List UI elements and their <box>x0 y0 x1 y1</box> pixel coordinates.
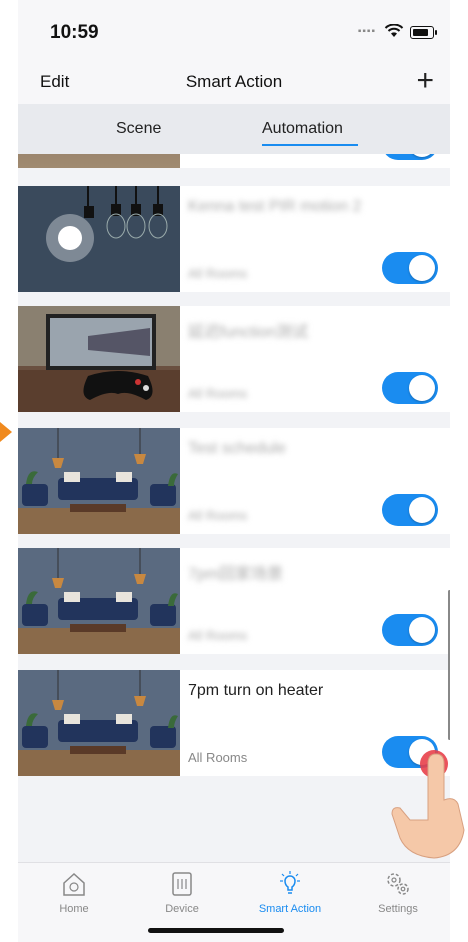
automation-room: All Rooms <box>188 508 248 523</box>
list-item[interactable]: Test schedule All Rooms <box>18 428 450 534</box>
tab-home[interactable]: Home <box>34 869 114 915</box>
list-item[interactable]: Kenna test PIR motion 2 All Rooms <box>18 186 450 292</box>
toggle-switch[interactable] <box>382 154 438 160</box>
home-indicator <box>148 928 284 933</box>
tab-label: Settings <box>378 903 418 915</box>
automation-title: 7pm turn on heater <box>188 682 324 699</box>
cellular-signal-icon: ▪▪▪▪ <box>357 26 376 37</box>
toggle-switch[interactable] <box>382 614 438 646</box>
tab-settings[interactable]: Settings <box>358 869 438 915</box>
smart-action-icon <box>280 871 300 894</box>
nav-bar: Edit Smart Action + <box>18 62 450 104</box>
list-item-partial[interactable] <box>18 154 450 168</box>
orange-pointer-marker <box>0 422 12 442</box>
automation-room: All Rooms <box>188 750 248 765</box>
automation-room: All Rooms <box>188 266 248 281</box>
wifi-icon <box>384 24 404 37</box>
scrollbar[interactable] <box>448 590 450 740</box>
card-image <box>18 154 180 168</box>
home-icon <box>63 872 85 896</box>
tab-label: Home <box>59 903 89 915</box>
automation-title: 延迟function测试 <box>188 324 309 341</box>
living-room-image <box>18 548 180 654</box>
automation-list: Kenna test PIR motion 2 All Rooms 延迟func… <box>18 154 450 862</box>
automation-title: Kenna test PIR motion 2 <box>188 198 362 215</box>
living-room-image <box>18 428 180 534</box>
list-item[interactable]: 7pm turn on heater All Rooms <box>18 670 450 776</box>
tab-label: Smart Action <box>258 903 322 915</box>
list-item[interactable]: 7pm回家场景 All Rooms <box>18 548 450 654</box>
toggle-switch[interactable] <box>382 494 438 526</box>
tapping-hand-icon <box>391 750 465 859</box>
status-bar: 10:59 ▪▪▪▪ <box>18 0 450 62</box>
segment-tabs: Scene Automation <box>18 104 450 154</box>
toggle-switch[interactable] <box>382 252 438 284</box>
tab-label: Device <box>165 903 199 915</box>
settings-icon <box>387 873 409 895</box>
tab-smart-action[interactable]: Smart Action <box>250 869 330 915</box>
tab-device[interactable]: Device <box>142 869 222 915</box>
list-item[interactable]: 延迟function测试 All Rooms <box>18 306 450 412</box>
gaming-desk-image <box>18 306 180 412</box>
automation-title: 7pm回家场景 <box>188 566 284 583</box>
tab-scene[interactable]: Scene <box>116 120 161 138</box>
tab-automation[interactable]: Automation <box>262 120 343 138</box>
living-room-image <box>18 670 180 776</box>
lightbulbs-image <box>18 186 180 292</box>
battery-icon <box>410 26 437 39</box>
active-tab-indicator <box>262 144 358 146</box>
page-title: Smart Action <box>185 72 283 91</box>
automation-room: All Rooms <box>188 386 248 401</box>
automation-room: All Rooms <box>188 628 248 643</box>
automation-title: Test schedule <box>188 440 286 457</box>
status-time: 10:59 <box>50 22 99 43</box>
add-button[interactable]: + <box>416 64 434 98</box>
toggle-switch[interactable] <box>382 372 438 404</box>
phone-screen: 10:59 ▪▪▪▪ Edit Smart Action + Scene Aut… <box>18 0 450 942</box>
device-icon <box>172 872 192 896</box>
